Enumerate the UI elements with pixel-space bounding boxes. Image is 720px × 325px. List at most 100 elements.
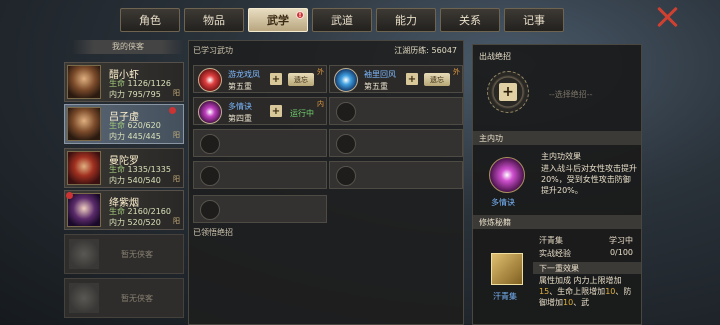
skill-level: 第五重 <box>228 82 252 91</box>
experience-value: 56047 <box>431 46 457 55</box>
tab-bar: 角色 物品 武学! 武道 能力 关系 记事 <box>120 8 564 32</box>
upgrade-button[interactable]: + <box>270 105 282 117</box>
tab-character[interactable]: 角色 <box>120 8 180 32</box>
tab-relations[interactable]: 关系 <box>440 8 500 32</box>
hp-value: 1126/1126 <box>127 79 171 88</box>
forget-button[interactable]: 遗忘 <box>288 73 314 86</box>
attr-value: 10 <box>605 287 616 296</box>
tab-label: 角色 <box>139 14 161 27</box>
tab-items[interactable]: 物品 <box>184 8 244 32</box>
combat-exp-label: 实战经验 <box>539 249 571 258</box>
character-list-header: 我的侠客 <box>72 40 184 54</box>
empty-slot-label: 暂无侠客 <box>121 294 153 303</box>
forget-button[interactable]: 遗忘 <box>424 73 450 86</box>
empty-slot-icon <box>336 102 356 122</box>
empty-skill-slot[interactable] <box>193 129 327 157</box>
learned-skills-panel: 已学习武功 江湖历练: 56047 游龙戏凤 第五重 + 遗忘 外 袖里回风 第… <box>188 40 464 325</box>
tab-label: 物品 <box>203 14 225 27</box>
empty-character-slot[interactable]: 暂无侠客 <box>64 278 184 318</box>
character-card[interactable]: 醋小虾 生命 1126/1126 内力 795/795 阳 <box>64 62 184 102</box>
empty-slot-icon <box>200 166 220 186</box>
skill-slot[interactable]: 游龙戏凤 第五重 + 遗忘 外 <box>193 65 327 93</box>
upgrade-button[interactable]: + <box>270 73 282 85</box>
character-card-selected[interactable]: 吕子虚 生命 620/620 内力 445/445 阳 <box>64 104 184 144</box>
skill-icon <box>198 68 222 92</box>
avatar <box>67 107 101 141</box>
panel-title: 已学习武功 <box>193 46 233 55</box>
empty-slot-icon <box>336 134 356 154</box>
mp-stat: 内力 540/540 <box>109 175 161 186</box>
skill-icon <box>334 68 358 92</box>
tab-label: 能力 <box>395 14 417 27</box>
mp-label: 内力 <box>109 176 125 185</box>
mp-value: 540/540 <box>127 176 161 185</box>
book-title: 汗青集 <box>539 236 563 245</box>
tab-label: 关系 <box>459 14 481 27</box>
yang-tag: 阳 <box>173 131 180 139</box>
skill-type-tag: 内 <box>317 100 324 108</box>
hp-value: 2160/2160 <box>127 207 171 216</box>
learning-status: 学习中 <box>609 236 633 245</box>
skill-slot[interactable]: 多情诀 第四重 + 运行中 内 <box>193 97 327 125</box>
yang-tag: 阳 <box>173 217 180 225</box>
attr-text: 、武 <box>573 298 590 307</box>
mp-label: 内力 <box>109 218 125 227</box>
skill-name: 多情诀 <box>228 102 252 111</box>
experience-label: 江湖历练: <box>394 46 429 55</box>
mp-value: 520/520 <box>127 218 161 227</box>
empty-character-slot[interactable]: 暂无侠客 <box>64 234 184 274</box>
book-section-title: 修炼秘籍 <box>479 218 511 227</box>
next-effect-label: 下一重效果 <box>539 264 579 273</box>
tab-martial-arts[interactable]: 武学! <box>248 8 308 32</box>
empty-skill-slot[interactable] <box>329 97 463 125</box>
tab-martial-way[interactable]: 武道 <box>312 8 372 32</box>
notification-dot <box>66 192 73 199</box>
placeholder-avatar-icon <box>69 239 99 269</box>
book-icon[interactable] <box>491 253 523 285</box>
skill-icon <box>198 100 222 124</box>
empty-skill-slot[interactable] <box>193 161 327 189</box>
hp-value: 1335/1335 <box>127 165 171 174</box>
empty-skill-slot[interactable] <box>329 161 463 189</box>
attr-text: 内力上限增加 <box>573 276 622 285</box>
combat-exp-value: 0/100 <box>609 248 633 257</box>
yang-tag: 阳 <box>173 175 180 183</box>
effect-title: 主内功效果 <box>541 152 581 161</box>
hp-stat: 生命 620/620 <box>109 120 161 131</box>
mp-label: 内力 <box>109 132 125 141</box>
neigong-icon[interactable] <box>489 157 525 193</box>
detail-panel: 出战绝招 + --选择绝招-- 主内功 多情诀 主内功效果 进入战斗后对女性攻击… <box>472 44 642 325</box>
neigong-name: 多情诀 <box>491 198 515 207</box>
hp-stat: 生命 1335/1335 <box>109 164 171 175</box>
tab-ability[interactable]: 能力 <box>376 8 436 32</box>
mp-label: 内力 <box>109 90 125 99</box>
skill-slot[interactable]: 袖里回风 第五重 + 遗忘 外 <box>329 65 463 93</box>
attr-text: 、生命上限增加 <box>549 287 606 296</box>
mp-stat: 内力 520/520 <box>109 217 161 228</box>
book-name: 汗青集 <box>493 292 517 301</box>
notification-badge: ! <box>296 11 304 19</box>
empty-skill-slot[interactable] <box>193 195 327 223</box>
hp-stat: 生命 1126/1126 <box>109 78 171 89</box>
upgrade-button[interactable]: + <box>406 73 418 85</box>
tab-label: 记事 <box>523 14 545 27</box>
hp-label: 生命 <box>109 165 125 174</box>
running-status: 运行中 <box>290 109 314 118</box>
skill-level: 第五重 <box>364 82 388 91</box>
add-ultimate-button[interactable]: + <box>499 83 517 101</box>
neigong-section-title: 主内功 <box>479 134 503 143</box>
character-card[interactable]: 曼陀罗 生命 1335/1335 内力 540/540 阳 <box>64 148 184 188</box>
character-card[interactable]: 绛紫烟 生命 2160/2160 内力 520/520 阳 <box>64 190 184 230</box>
tab-journal[interactable]: 记事 <box>504 8 564 32</box>
hp-stat: 生命 2160/2160 <box>109 206 171 217</box>
empty-skill-slot[interactable] <box>329 129 463 157</box>
attr-value: 15 <box>539 287 550 296</box>
mp-value: 795/795 <box>127 90 161 99</box>
skill-type-tag: 外 <box>317 68 324 76</box>
notification-dot <box>169 107 176 114</box>
attr-label: 属性加成 <box>539 276 571 285</box>
tab-label: 武道 <box>331 14 353 27</box>
hp-label: 生命 <box>109 207 125 216</box>
close-icon[interactable] <box>656 6 678 28</box>
yang-tag: 阳 <box>173 89 180 97</box>
